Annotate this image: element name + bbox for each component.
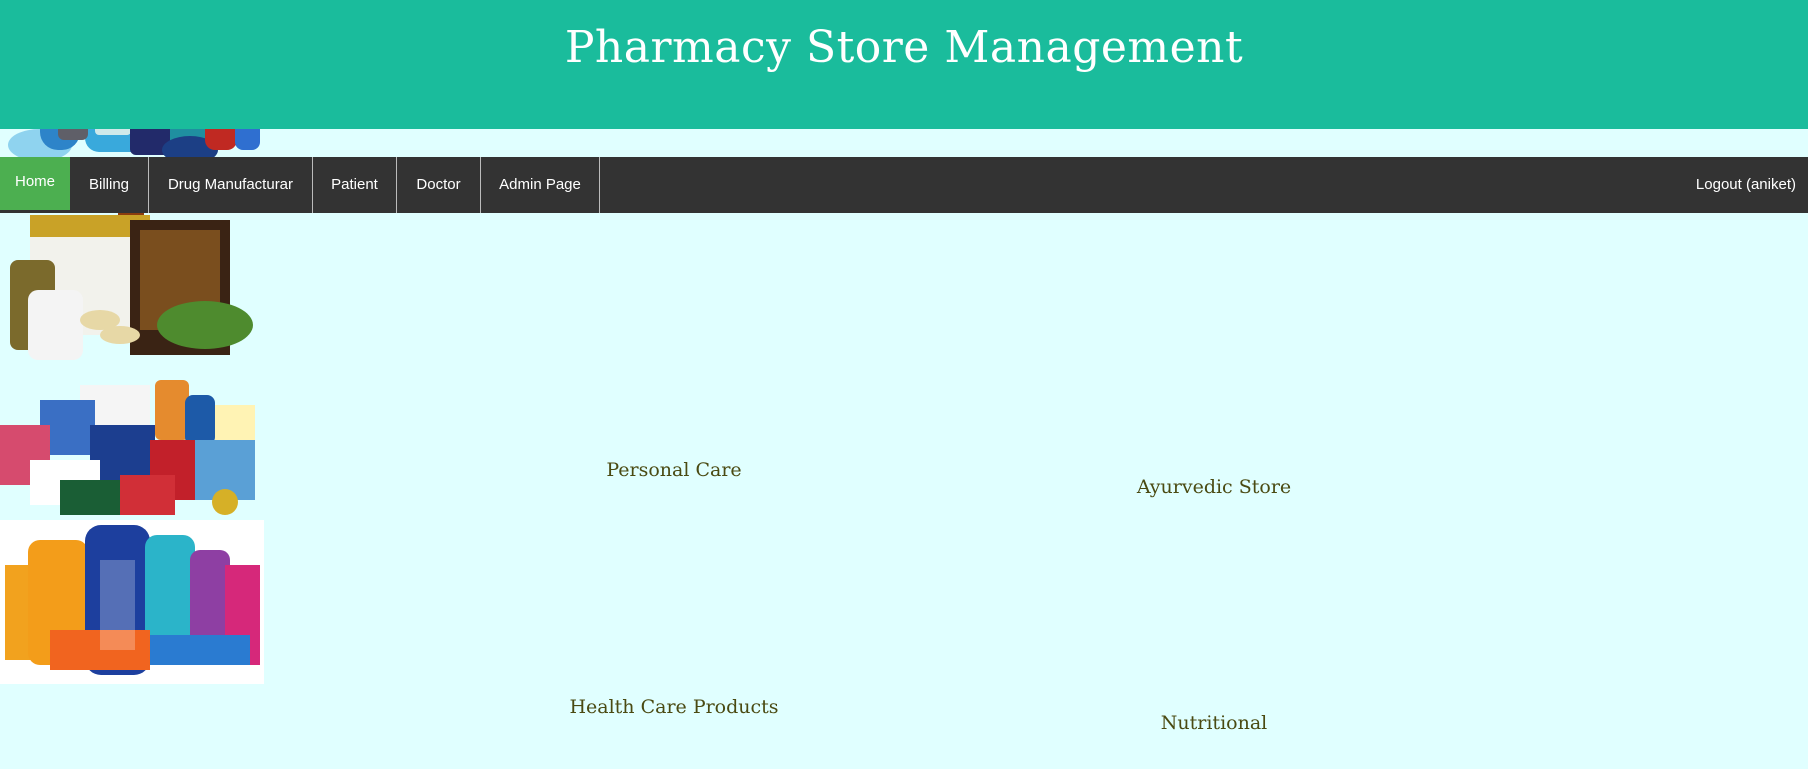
nav-bar: Home Billing Drug Manufacturar Patient D…: [0, 157, 1808, 213]
nav-item-admin-page[interactable]: Admin Page: [481, 157, 600, 213]
nav-item-home[interactable]: Home: [0, 157, 70, 210]
nav-item-patient[interactable]: Patient: [313, 157, 397, 213]
category-label-health-care-products[interactable]: Health Care Products: [569, 696, 778, 718]
category-label-personal-care[interactable]: Personal Care: [606, 459, 741, 481]
nutritional-products-image[interactable]: [0, 520, 264, 684]
page-header: Pharmacy Store Management: [0, 0, 1808, 129]
category-card-health-care-products[interactable]: Health Care Products: [0, 380, 1808, 718]
category-label-nutritional[interactable]: Nutritional: [1161, 712, 1267, 734]
nav-item-billing[interactable]: Billing: [70, 157, 149, 213]
category-card-nutritional[interactable]: Nutritional: [0, 520, 1808, 734]
page-title: Pharmacy Store Management: [564, 22, 1244, 73]
logout-link[interactable]: Logout (aniket): [1696, 157, 1796, 213]
health-care-products-image[interactable]: [0, 380, 265, 515]
nav-item-drug-manufacturer[interactable]: Drug Manufacturar: [149, 157, 313, 213]
nav-item-doctor[interactable]: Doctor: [397, 157, 481, 213]
category-label-ayurvedic-store[interactable]: Ayurvedic Store: [1137, 476, 1291, 498]
